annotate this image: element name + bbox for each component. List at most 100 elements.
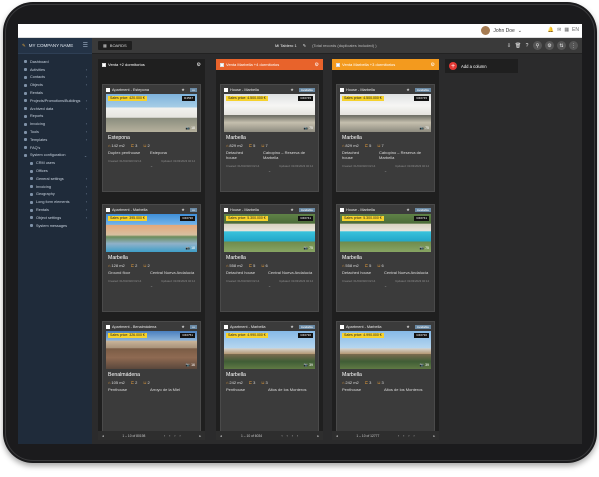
filter-icon[interactable]: ⚲	[533, 41, 542, 50]
column-title[interactable]: Venta Marbella +3 dormitorios	[342, 62, 395, 67]
more-icon[interactable]: •••	[189, 324, 197, 329]
sidebar-item[interactable]: General settings ›	[18, 175, 92, 183]
star-icon[interactable]: ★	[290, 324, 294, 329]
property-photo[interactable]: Sales price: 4.990.000 € R46730 📷 39	[224, 331, 315, 369]
pager-prev-icon[interactable]: ◂	[102, 434, 104, 438]
add-column-button[interactable]: + Add a column	[445, 59, 518, 73]
star-icon[interactable]: ★	[290, 87, 294, 92]
next-page-icon[interactable]: ›	[174, 434, 175, 438]
next-page-icon[interactable]: ›	[292, 434, 293, 438]
sidebar-item[interactable]: Invoicing ›	[18, 183, 92, 191]
sidebar-item[interactable]: Templates ›	[18, 136, 92, 144]
sidebar-item[interactable]: Projects/Promotions/Buildings ›	[18, 97, 92, 105]
mail-icon[interactable]: ✉	[557, 27, 561, 33]
first-page-icon[interactable]: ‹	[282, 434, 283, 438]
star-icon[interactable]: ★	[181, 87, 185, 92]
expand-icon[interactable]: ⌄	[221, 168, 318, 174]
column-title[interactable]: Venta Marbella +4 dormitorios	[226, 62, 279, 67]
first-page-icon[interactable]: ‹	[164, 434, 165, 438]
card-select-checkbox[interactable]	[106, 207, 110, 212]
pager-prev-icon[interactable]: ◂	[220, 434, 222, 438]
prev-page-icon[interactable]: ‹	[169, 434, 170, 438]
gear-icon[interactable]: ⚙	[431, 62, 435, 68]
property-photo[interactable]: Sales price: 5.300.000 € R46741 📷 75	[224, 214, 315, 252]
user-menu[interactable]: John Doe ⌄	[481, 26, 522, 35]
next-page-icon[interactable]: ›	[408, 434, 409, 438]
property-card[interactable]: Apartment - Marbella ★ ••• Sales price: 395…	[102, 204, 201, 312]
star-icon[interactable]: ★	[406, 207, 410, 212]
grid-icon[interactable]: ▦	[564, 27, 569, 33]
column-select-checkbox[interactable]	[102, 62, 106, 67]
expand-icon[interactable]: ⌄	[337, 283, 434, 289]
property-card[interactable]: House - Marbella ★ Available Sales price: 4…	[336, 84, 435, 192]
gear-icon[interactable]: ⚙	[315, 62, 319, 68]
sidebar-item[interactable]: Object settings ›	[18, 214, 92, 222]
sidebar-item[interactable]: Offices	[18, 167, 92, 175]
card-select-checkbox[interactable]	[224, 87, 228, 92]
card-select-checkbox[interactable]	[106, 324, 110, 329]
sidebar-item[interactable]: Long form elements ›	[18, 198, 92, 206]
property-photo[interactable]: Sales price: 5.300.000 € R46741 📷 75	[340, 214, 431, 252]
column-select-checkbox[interactable]	[336, 62, 340, 67]
prev-page-icon[interactable]: ‹	[403, 434, 404, 438]
property-card[interactable]: House - Marbella ★ Available Sales price: 5…	[336, 204, 435, 312]
expand-icon[interactable]: ⌄	[221, 283, 318, 289]
sidebar-item[interactable]: CRM users	[18, 159, 92, 167]
sidebar-item[interactable]: Activities ›	[18, 66, 92, 74]
property-card[interactable]: Apartment - Marbella ★ Available Sales pric…	[220, 321, 319, 433]
help-icon[interactable]: ?	[524, 41, 530, 50]
hamburger-icon[interactable]: ☰	[83, 42, 88, 49]
star-icon[interactable]: ★	[181, 324, 185, 329]
star-icon[interactable]: ★	[406, 87, 410, 92]
sidebar-item[interactable]: Contacts ›	[18, 74, 92, 82]
pager-next-icon[interactable]: ▸	[317, 434, 319, 438]
sidebar-item[interactable]: Invoicing ›	[18, 120, 92, 128]
star-icon[interactable]: ★	[290, 207, 294, 212]
sidebar-item[interactable]: Geography ›	[18, 191, 92, 199]
last-page-icon[interactable]: ›	[297, 434, 298, 438]
more-icon[interactable]: ⋮	[569, 41, 578, 50]
pager-prev-icon[interactable]: ◂	[336, 434, 338, 438]
boards-button[interactable]: ▦ BOARDS	[98, 41, 132, 50]
star-icon[interactable]: ★	[406, 324, 410, 329]
board-title[interactable]: Mi Tablero 1	[275, 43, 297, 48]
property-photo[interactable]: Sales price: 420.000 € R4567 📷 18	[106, 94, 197, 132]
delete-icon[interactable]: 🗑	[515, 41, 521, 50]
sidebar-item[interactable]: Rentals	[18, 89, 92, 97]
download-icon[interactable]: ⇩	[506, 41, 512, 50]
expand-icon[interactable]: ⌄	[337, 168, 434, 174]
gear-icon[interactable]: ⚙	[197, 62, 201, 68]
settings-icon[interactable]: ⚙	[545, 41, 554, 50]
sidebar-item[interactable]: System configuration ⌄	[18, 152, 92, 160]
property-photo[interactable]: Sales price: 4.990.000 € R46730 📷 39	[340, 331, 431, 369]
card-select-checkbox[interactable]	[224, 207, 228, 212]
more-icon[interactable]: •••	[189, 207, 197, 212]
language-selector[interactable]: EN	[572, 27, 579, 33]
expand-icon[interactable]: ⌄	[103, 283, 200, 289]
star-icon[interactable]: ★	[181, 207, 185, 212]
sidebar-item[interactable]: Rentals ›	[18, 206, 92, 214]
card-select-checkbox[interactable]	[340, 324, 344, 329]
property-card[interactable]: House - Marbella ★ Available Sales price: 5…	[220, 204, 319, 312]
card-select-checkbox[interactable]	[224, 324, 228, 329]
sidebar-item[interactable]: System messages	[18, 222, 92, 230]
first-page-icon[interactable]: ‹	[398, 434, 399, 438]
column-title[interactable]: Venta +2 dormitorios	[108, 62, 145, 67]
card-select-checkbox[interactable]	[340, 87, 344, 92]
last-page-icon[interactable]: ›	[179, 434, 180, 438]
sidebar-item[interactable]: Dashboard	[18, 58, 92, 66]
sidebar-item[interactable]: Archived data ›	[18, 105, 92, 113]
column-select-checkbox[interactable]	[220, 62, 224, 67]
card-select-checkbox[interactable]	[106, 87, 110, 92]
property-card[interactable]: Apartment - Benalmádena ★ ••• Sales price: …	[102, 321, 201, 433]
expand-icon[interactable]: ⌄	[103, 163, 200, 169]
sidebar-item[interactable]: Tools ›	[18, 128, 92, 136]
last-page-icon[interactable]: ›	[413, 434, 414, 438]
edit-icon[interactable]: ✎	[303, 43, 306, 48]
card-select-checkbox[interactable]	[340, 207, 344, 212]
sidebar-item[interactable]: Reports	[18, 113, 92, 121]
pager-next-icon[interactable]: ▸	[199, 434, 201, 438]
sidebar-item[interactable]: Objects ›	[18, 81, 92, 89]
property-card[interactable]: Apartment - Marbella ★ Available Sales pric…	[336, 321, 435, 433]
property-photo[interactable]: Sales price: 4.500.000 € R46745 📷 75	[224, 94, 315, 132]
